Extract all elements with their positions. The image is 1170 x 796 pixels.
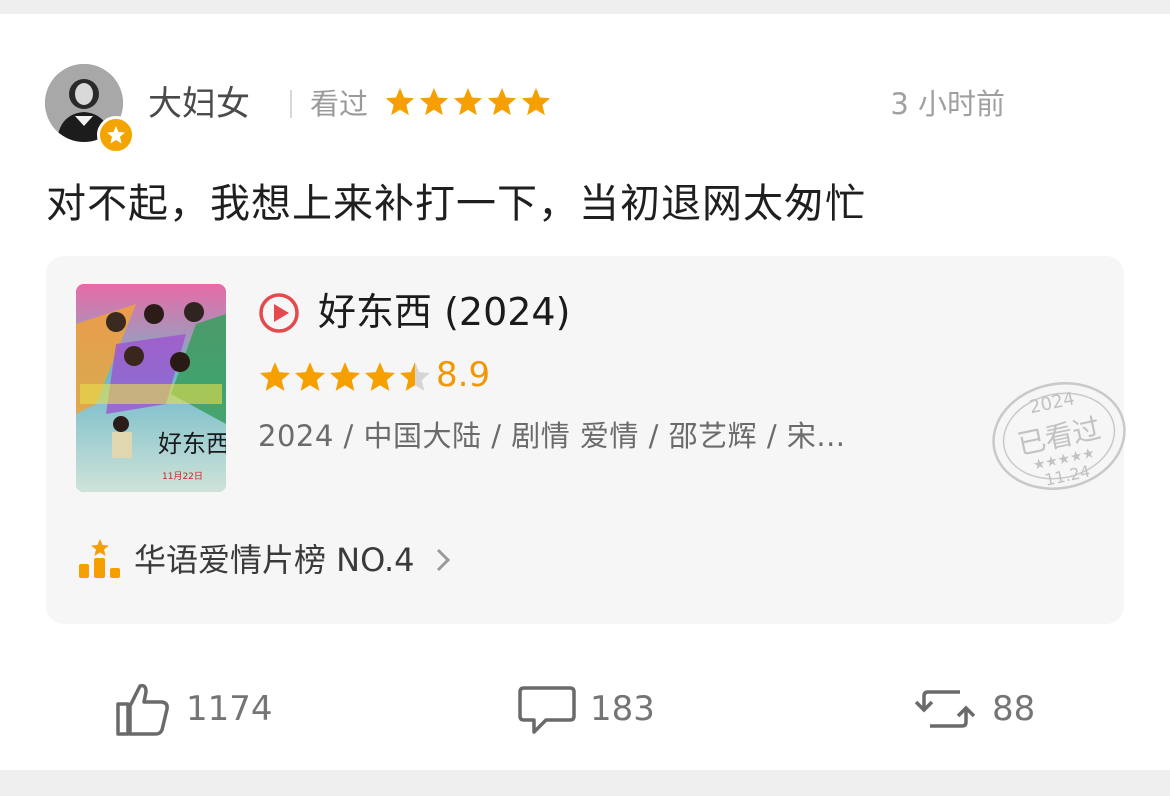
chevron-right-icon <box>435 540 451 584</box>
ranking-link[interactable]: 华语爱情片榜 NO.4 <box>134 538 451 584</box>
star-icon <box>453 88 483 116</box>
watched-stamp-icon: 2024 已看过 ★★★★★ 11.24 <box>992 382 1126 490</box>
play-icon[interactable] <box>258 292 300 334</box>
comment-button[interactable]: 183 <box>516 674 655 744</box>
repost-button[interactable]: 88 <box>910 674 1035 744</box>
watch-status: 看过 <box>310 87 369 121</box>
film-rating <box>258 360 432 394</box>
user-rating <box>384 86 552 118</box>
film-poster[interactable]: 好东西 11月22日 <box>76 284 226 492</box>
star-icon <box>399 362 431 391</box>
star-icon <box>385 88 415 116</box>
like-button[interactable]: 1174 <box>112 674 273 744</box>
thumbs-up-icon <box>116 683 169 736</box>
poster-title: 好东西 <box>158 430 226 458</box>
username[interactable]: 大妇女 <box>148 84 250 124</box>
comment-count: 183 <box>590 689 655 729</box>
star-icon <box>259 362 291 391</box>
film-card[interactable]: 好东西 11月22日 好东西 (2024) 8.9 2024 / 中国大陆 / … <box>46 256 1126 624</box>
divider <box>290 90 292 118</box>
star-icon <box>329 362 361 391</box>
like-count: 1174 <box>186 689 273 729</box>
star-icon <box>364 362 396 391</box>
star-icon <box>487 88 517 116</box>
star-icon <box>521 88 551 116</box>
ranking-icon <box>79 539 120 578</box>
film-score: 8.9 <box>436 355 491 395</box>
stamp-year: 2024 <box>1027 388 1076 418</box>
repost-count: 88 <box>992 689 1036 729</box>
review-card: 大妇女 看过 3 小时前 对不起，我想上来补打一下，当初退网太匆忙 好东西 11… <box>0 14 1170 770</box>
star-icon <box>294 362 326 391</box>
star-icon <box>419 88 449 116</box>
film-title[interactable]: 好东西 (2024) <box>318 286 570 338</box>
repost-icon <box>914 690 976 728</box>
timestamp: 3 小时前 <box>890 87 1005 121</box>
ranking-label: 华语爱情片榜 NO.4 <box>134 541 415 579</box>
comment-text: 对不起，我想上来补打一下，当初退网太匆忙 <box>46 181 866 227</box>
verified-badge-icon <box>97 116 135 154</box>
film-meta: 2024 / 中国大陆 / 剧情 爱情 / 邵艺辉 / 宋... <box>258 419 846 453</box>
comment-bubble-icon <box>518 686 576 734</box>
poster-date: 11月22日 <box>162 471 203 482</box>
